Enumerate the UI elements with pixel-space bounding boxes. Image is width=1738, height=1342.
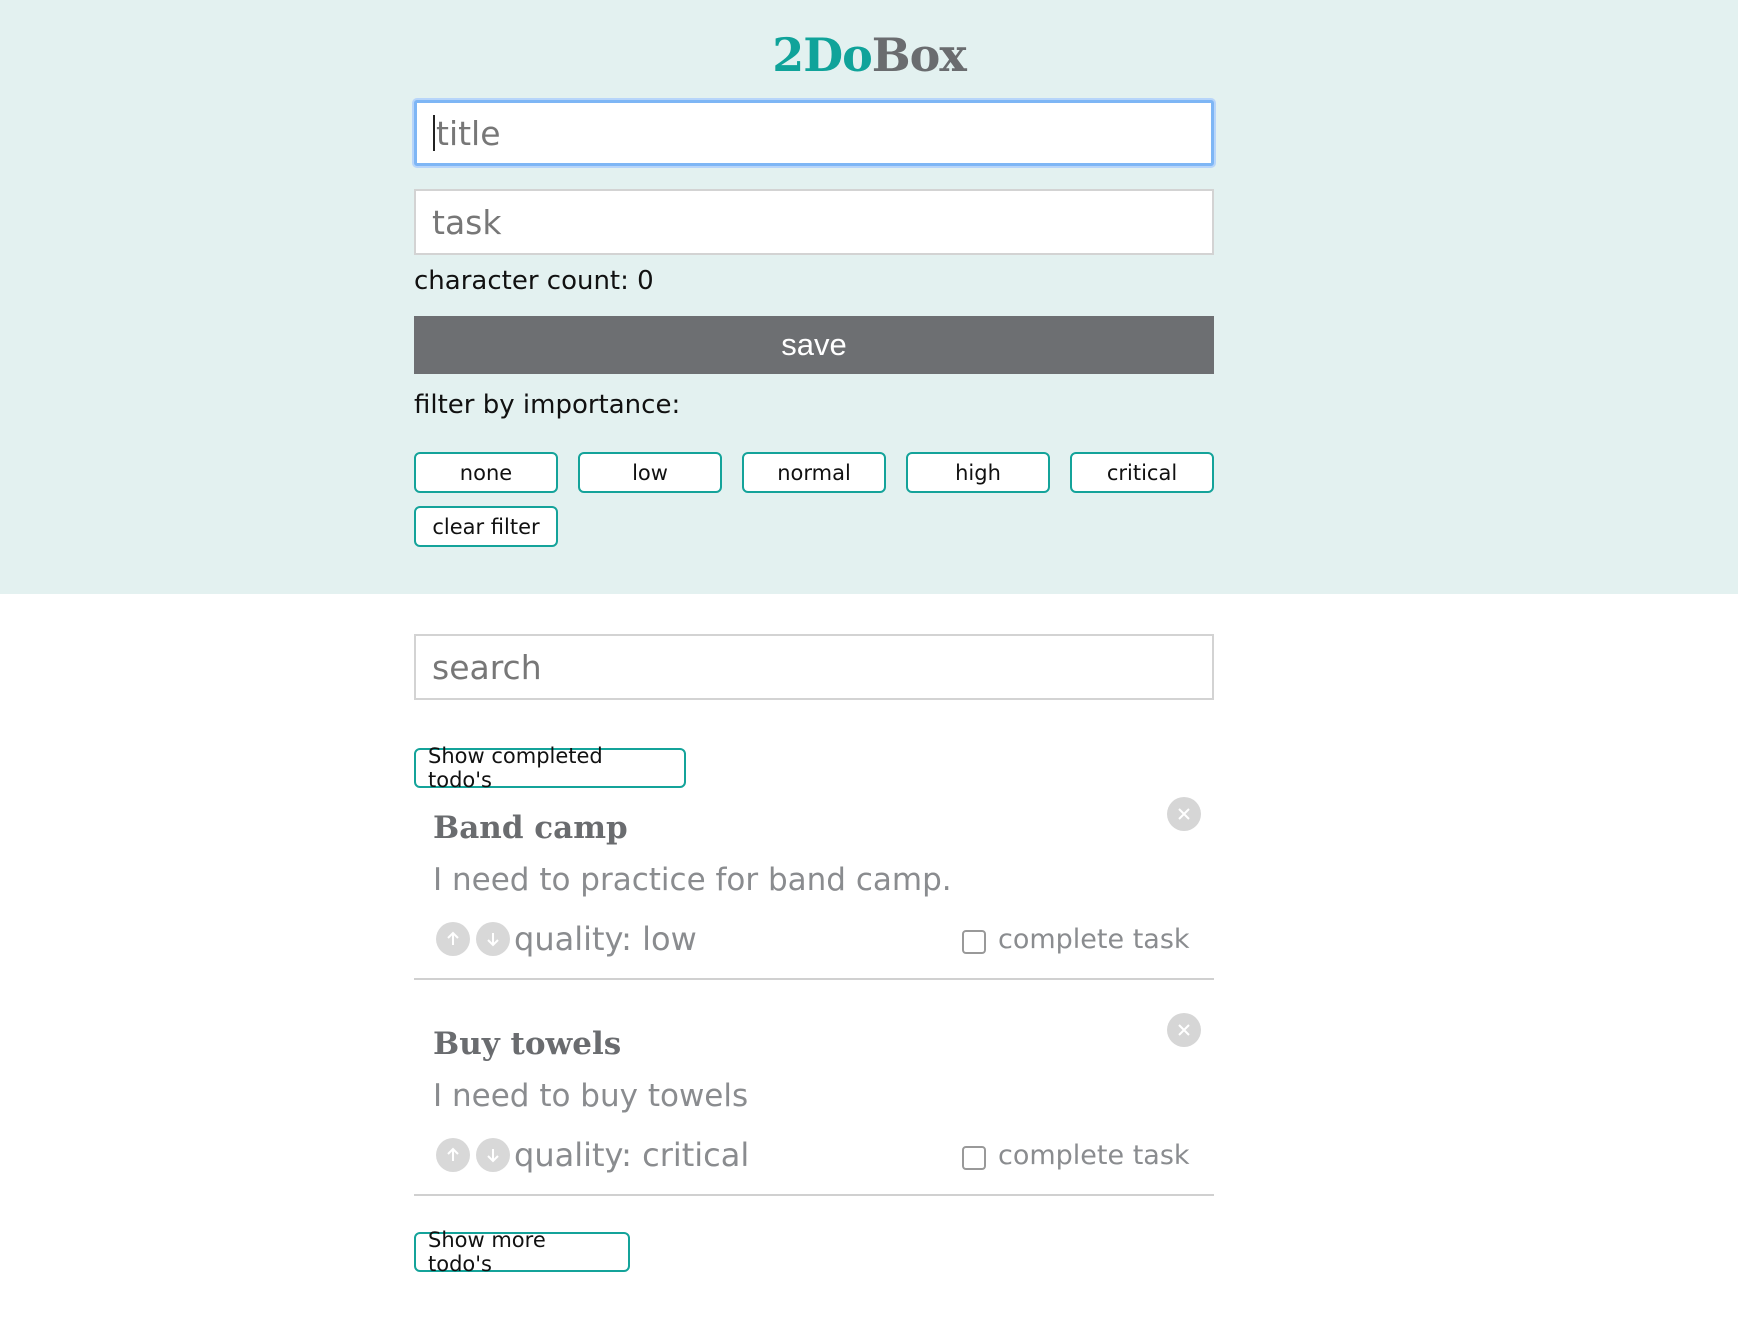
header-section [0,0,1738,594]
show-completed-button[interactable]: Show completed todo's [414,744,686,792]
downvote-arrow-icon[interactable] [476,1138,510,1172]
filter-button-critical[interactable]: critical [1070,452,1214,493]
filter-button-none[interactable]: none [414,452,558,493]
task-input-placeholder: task [432,202,502,242]
search-input[interactable]: search [414,634,1214,700]
todo-title[interactable]: Band camp [433,810,628,846]
app-logo: 2DoBox [0,28,1738,82]
downvote-arrow-icon[interactable] [476,922,510,956]
todo-quality: quality: low [514,920,697,958]
show-more-button[interactable]: Show more todo's [414,1228,630,1276]
save-button[interactable]: save [414,316,1214,374]
todo-body[interactable]: I need to practice for band camp. [433,862,952,898]
title-input[interactable]: title [414,100,1214,166]
search-input-placeholder: search [432,647,542,687]
todo-title[interactable]: Buy towels [433,1026,621,1062]
complete-task-label[interactable]: complete task [998,1140,1190,1171]
todo-divider [414,1194,1214,1196]
todo-body[interactable]: I need to buy towels [433,1078,748,1114]
filter-button-normal[interactable]: normal [742,452,886,493]
filter-label: filter by importance: [414,390,681,420]
upvote-arrow-icon[interactable] [436,1138,470,1172]
logo-part-1: 2Do [772,28,873,82]
delete-icon[interactable] [1167,797,1201,831]
text-caret [433,115,435,151]
logo-part-2: Box [871,28,967,82]
task-input[interactable]: task [414,189,1214,255]
filter-button-low[interactable]: low [578,452,722,493]
complete-task-label[interactable]: complete task [998,924,1190,955]
complete-task-checkbox[interactable] [962,930,986,954]
clear-filter-button[interactable]: clear filter [414,506,558,547]
todo-quality: quality: critical [514,1136,750,1174]
filter-button-high[interactable]: high [906,452,1050,493]
todo-divider [414,978,1214,980]
character-count: character count: 0 [414,266,654,296]
complete-task-checkbox[interactable] [962,1146,986,1170]
delete-icon[interactable] [1167,1013,1201,1047]
title-input-placeholder: title [436,113,501,153]
upvote-arrow-icon[interactable] [436,922,470,956]
